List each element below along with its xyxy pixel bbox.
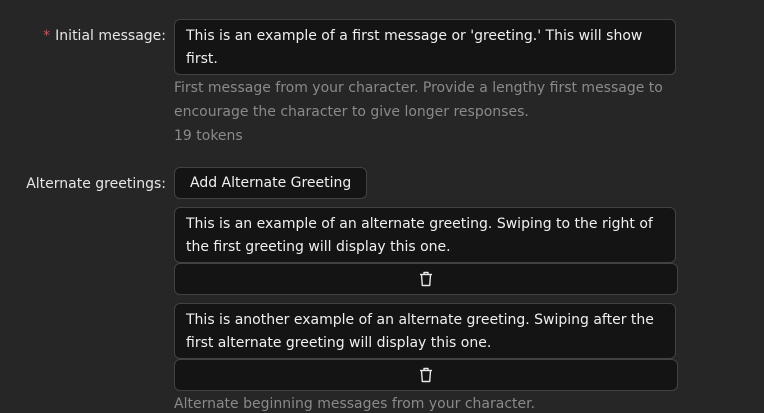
trash-icon — [420, 271, 432, 287]
alternate-greetings-help: Alternate beginning messages from your c… — [174, 396, 536, 412]
alternate-greeting-textarea-2[interactable]: This is another example of an alternate … — [174, 303, 676, 359]
character-greetings-form: * Initial message: This is an example of … — [0, 0, 764, 413]
initial-message-help: First message from your character. Provi… — [174, 80, 663, 120]
add-alternate-greeting-button[interactable]: Add Alternate Greeting — [174, 167, 368, 199]
required-asterisk: * — [43, 28, 51, 44]
initial-message-label-text: Initial message: — [55, 28, 166, 44]
delete-alternate-greeting-button-1[interactable] — [174, 263, 678, 295]
trash-icon — [420, 367, 432, 383]
delete-alternate-greeting-button-2[interactable] — [174, 359, 678, 391]
initial-message-textarea[interactable]: This is an example of a first message or… — [174, 19, 676, 75]
initial-message-token-count: 19 tokens — [174, 128, 243, 144]
alternate-greetings-label: Alternate greetings: — [26, 176, 166, 192]
alternate-greeting-textarea-1[interactable]: This is an example of an alternate greet… — [174, 207, 676, 263]
initial-message-label: * Initial message: — [43, 26, 166, 46]
